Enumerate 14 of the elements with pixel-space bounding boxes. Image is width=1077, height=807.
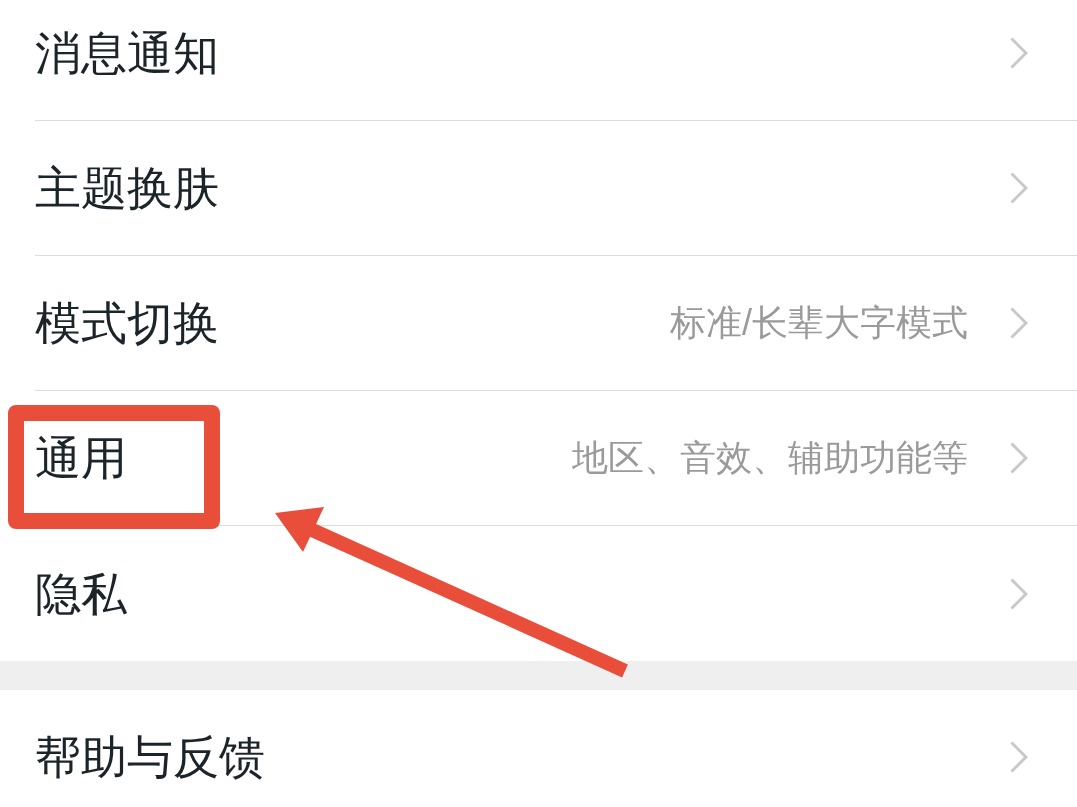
setting-value: 标准/长辈大字模式 bbox=[670, 305, 968, 341]
chevron-right-icon bbox=[1010, 442, 1028, 474]
chevron-right-icon bbox=[1010, 36, 1028, 69]
setting-value: 地区、音效、辅助功能等 bbox=[572, 440, 968, 476]
chevron-right-icon bbox=[1010, 307, 1028, 339]
settings-item[interactable]: 通用 bbox=[35, 435, 127, 481]
chevron-right-icon bbox=[1010, 577, 1028, 610]
settings-item[interactable]: 主题换肤 bbox=[35, 165, 219, 211]
settings-item[interactable]: 模式切换 bbox=[35, 300, 219, 346]
settings-item[interactable]: 消息通知 bbox=[35, 29, 219, 76]
settings-item[interactable]: 帮助与反馈 bbox=[35, 734, 265, 780]
settings-item[interactable]: 隐私 bbox=[35, 570, 127, 617]
chevron-right-icon bbox=[1010, 172, 1028, 204]
chevron-right-icon bbox=[1010, 741, 1028, 773]
